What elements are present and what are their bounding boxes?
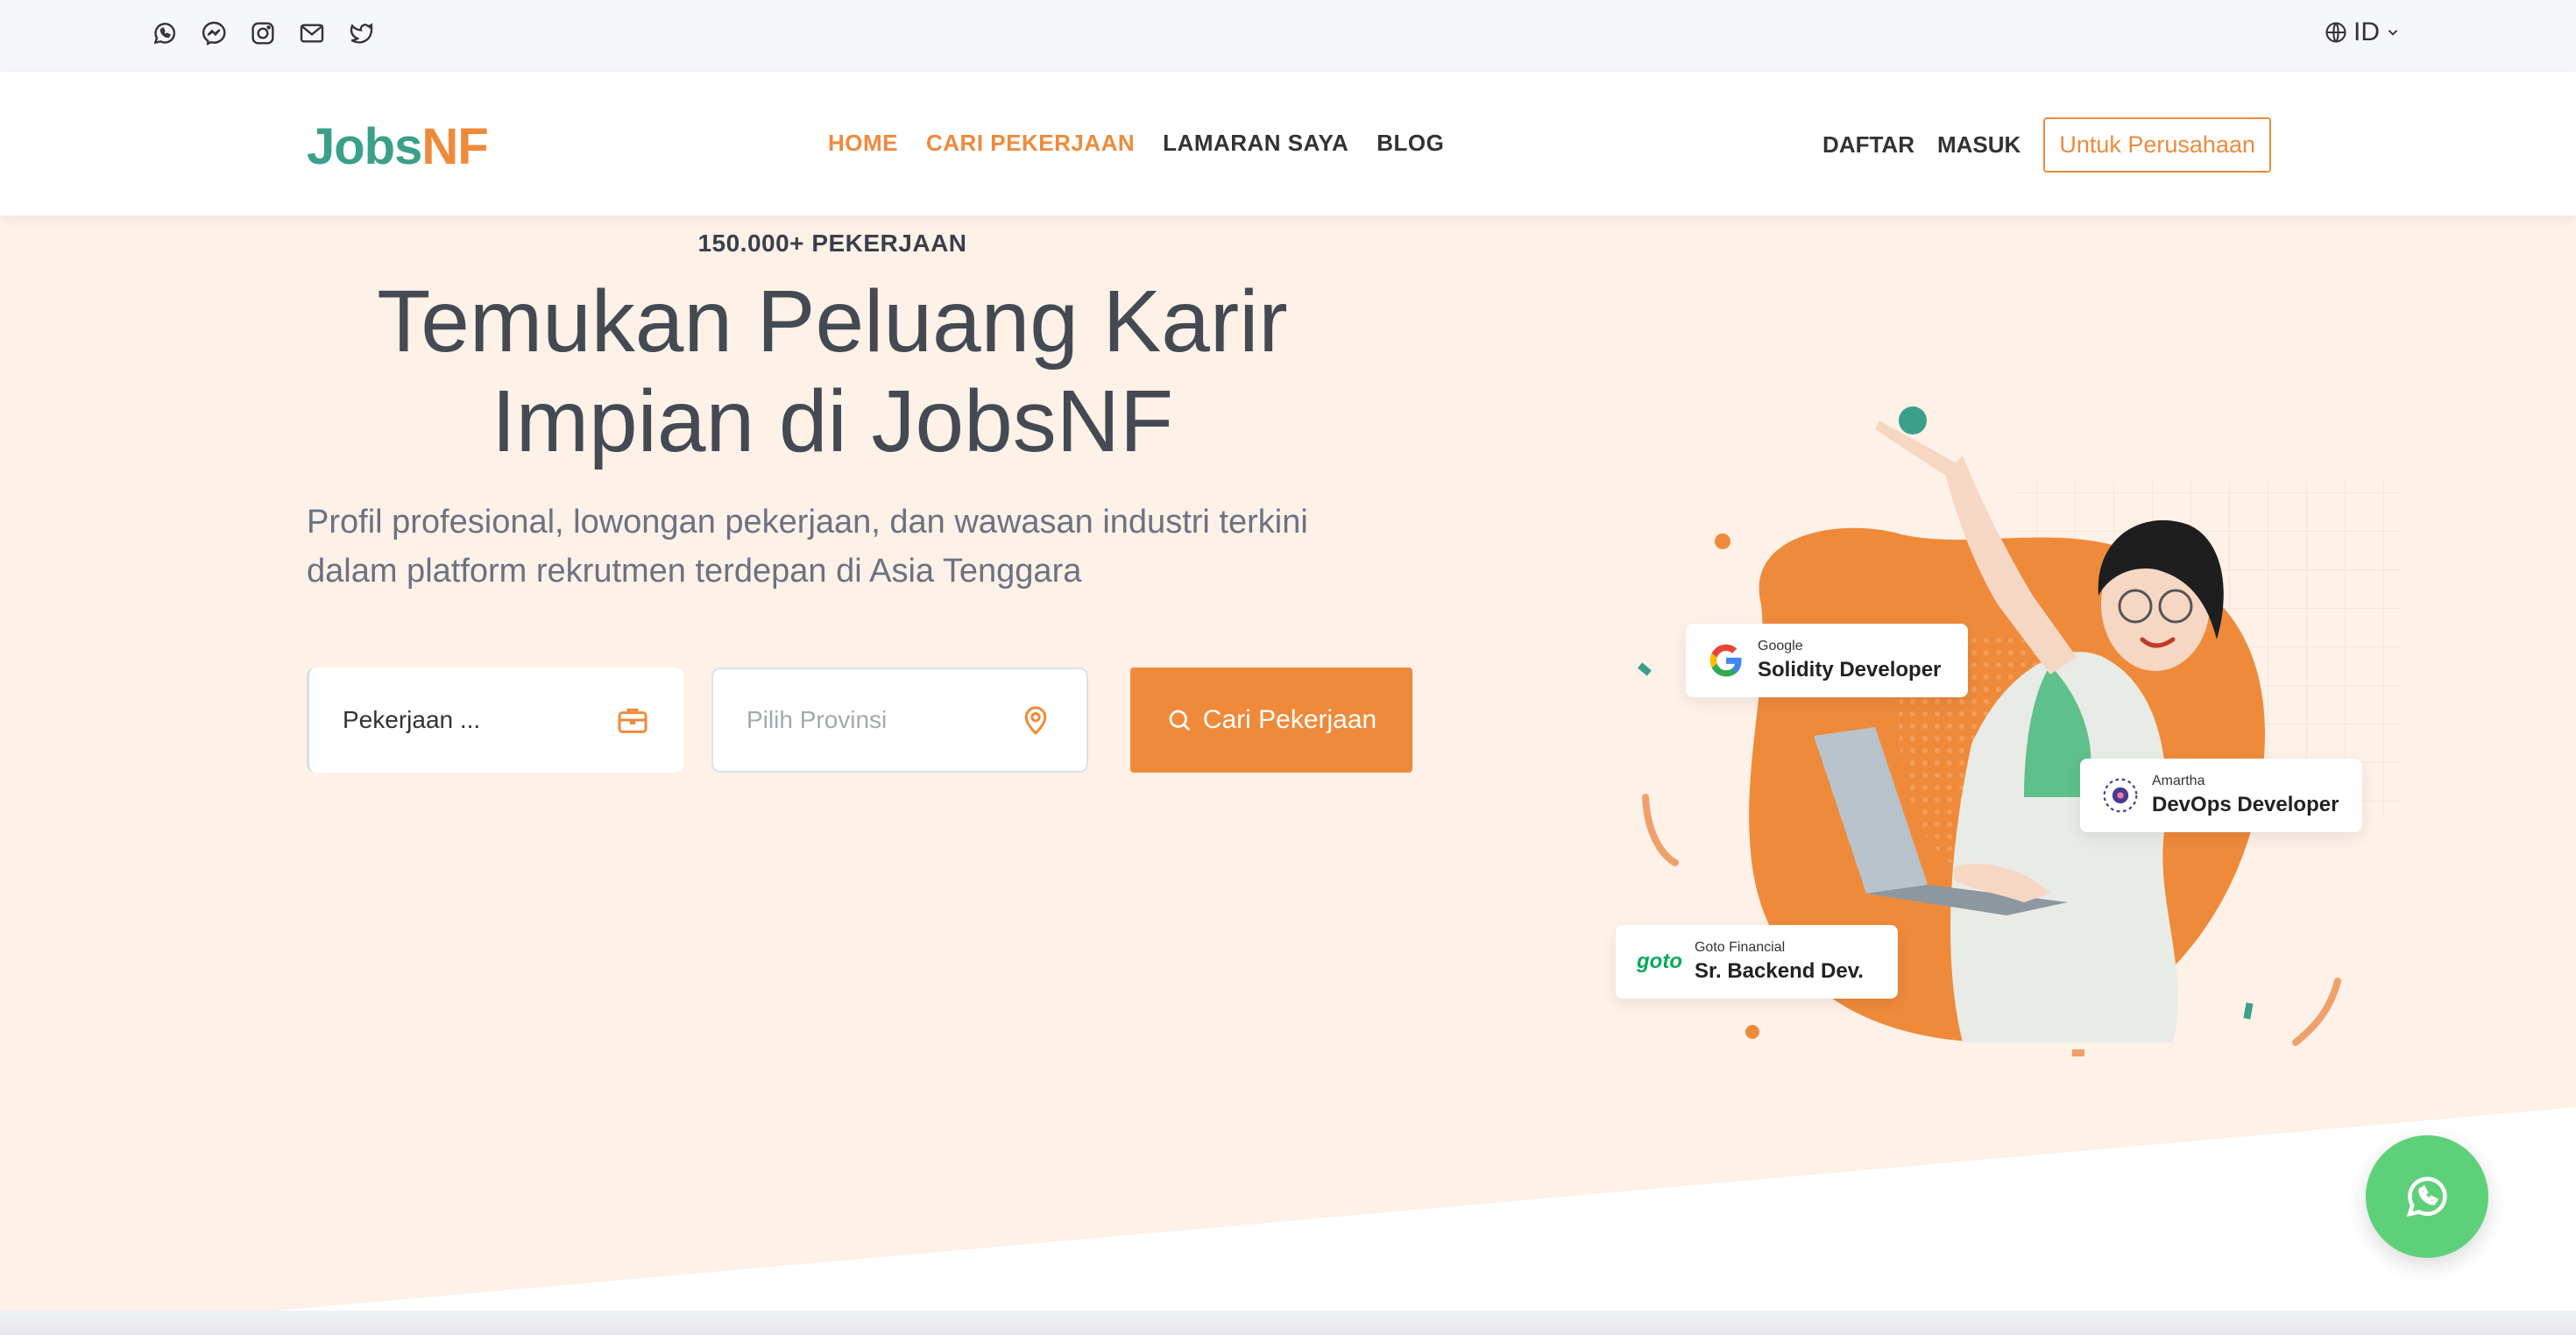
language-label: ID bbox=[2353, 18, 2380, 46]
hero-subtitle: Profil profesional, lowongan pekerjaan, … bbox=[307, 498, 1358, 596]
search-jobs-button[interactable]: Cari Pekerjaan bbox=[1130, 668, 1412, 773]
job-input[interactable]: Pekerjaan ... bbox=[307, 668, 683, 773]
headline-line-1: Temukan Peluang Karir bbox=[377, 272, 1288, 371]
logo-text-jobs: Jobs bbox=[307, 118, 422, 175]
nav-menu: HOME CARI PEKERJAAN LAMARAN SAYA BLOG bbox=[828, 130, 1444, 157]
main-navbar: JobsNF HOME CARI PEKERJAAN LAMARAN SAYA … bbox=[0, 72, 2576, 215]
job-search-form: Pekerjaan ... Pilih Provinsi Cari Pekerj… bbox=[307, 668, 1412, 773]
card-company: Goto Financial bbox=[1694, 940, 1786, 955]
briefcase-icon bbox=[618, 708, 648, 733]
register-link[interactable]: DAFTAR bbox=[1822, 131, 1914, 159]
orange-dot-small bbox=[1745, 1025, 1759, 1039]
search-button-label: Cari Pekerjaan bbox=[1202, 705, 1377, 734]
hero-illustration: Google Solidity Developer Amartha DevOps… bbox=[1612, 377, 2418, 1060]
job-card-amartha[interactable]: Amartha DevOps Developer bbox=[2080, 759, 2362, 832]
language-selector[interactable]: ID bbox=[2324, 18, 2401, 47]
twitter-icon[interactable] bbox=[347, 19, 375, 47]
orange-dot bbox=[1715, 533, 1730, 549]
goto-logo: goto bbox=[1637, 950, 1682, 973]
for-company-button[interactable]: Untuk Perusahaan bbox=[2043, 117, 2271, 173]
job-count: 150.000+ PEKERJAAN bbox=[697, 230, 967, 257]
job-card-google[interactable]: Google Solidity Developer bbox=[1686, 624, 1968, 697]
hero-headline: Temukan Peluang Karir Impian di JobsNF bbox=[307, 272, 1358, 471]
card-role: DevOps Developer bbox=[2152, 793, 2339, 816]
section-divider bbox=[0, 1310, 2576, 1335]
amartha-logo-icon bbox=[2103, 778, 2138, 813]
nav-lamaran-saya[interactable]: LAMARAN SAYA bbox=[1163, 130, 1348, 157]
card-role: Solidity Developer bbox=[1758, 658, 1942, 682]
card-company: Google bbox=[1758, 639, 1803, 653]
nav-cari-pekerjaan[interactable]: CARI PEKERJAAN bbox=[926, 130, 1135, 157]
subtitle-line-2: dalam platform rekrutmen terdepan di Asi… bbox=[307, 553, 1082, 590]
card-role: Sr. Backend Dev. bbox=[1694, 959, 1864, 983]
job-input-value: Pekerjaan ... bbox=[343, 706, 481, 733]
green-confetti-2 bbox=[2243, 1002, 2254, 1020]
job-card-goto[interactable]: goto Goto Financial Sr. Backend Dev. bbox=[1616, 925, 1898, 999]
green-confetti bbox=[1638, 662, 1652, 676]
messenger-icon[interactable] bbox=[200, 19, 228, 47]
chevron-down-icon bbox=[2388, 30, 2398, 36]
logo-text-nf: NF bbox=[421, 118, 488, 175]
location-pin-icon bbox=[1024, 706, 1047, 736]
nav-home[interactable]: HOME bbox=[828, 130, 898, 157]
mail-icon[interactable] bbox=[298, 19, 326, 47]
whatsapp-chat-button[interactable] bbox=[2366, 1135, 2488, 1258]
subtitle-line-1: Profil profesional, lowongan pekerjaan, … bbox=[307, 504, 1308, 540]
top-bar: ID bbox=[0, 0, 2576, 72]
orange-confetti bbox=[2072, 1049, 2084, 1056]
search-icon bbox=[1169, 710, 1191, 731]
headline-line-2: Impian di JobsNF bbox=[491, 372, 1174, 470]
orange-arc-left bbox=[1642, 794, 1679, 866]
instagram-icon[interactable] bbox=[249, 19, 277, 47]
province-select[interactable]: Pilih Provinsi bbox=[711, 668, 1088, 773]
hero-diagonal-divider bbox=[0, 1107, 2576, 1335]
jobsnf-logo[interactable]: JobsNF bbox=[307, 117, 489, 176]
whatsapp-icon[interactable] bbox=[151, 19, 179, 47]
google-logo-icon bbox=[1709, 644, 1742, 677]
whatsapp-icon bbox=[2406, 1176, 2447, 1218]
card-company: Amartha bbox=[2152, 773, 2205, 788]
globe-icon bbox=[2325, 22, 2346, 43]
social-links bbox=[151, 19, 375, 47]
green-dot bbox=[1899, 406, 1927, 434]
orange-arc-right bbox=[2292, 978, 2341, 1046]
province-placeholder: Pilih Provinsi bbox=[747, 706, 888, 733]
auth-links: DAFTAR MASUK Untuk Perusahaan bbox=[1822, 117, 2271, 173]
login-link[interactable]: MASUK bbox=[1937, 131, 2020, 159]
nav-blog[interactable]: BLOG bbox=[1376, 130, 1444, 157]
